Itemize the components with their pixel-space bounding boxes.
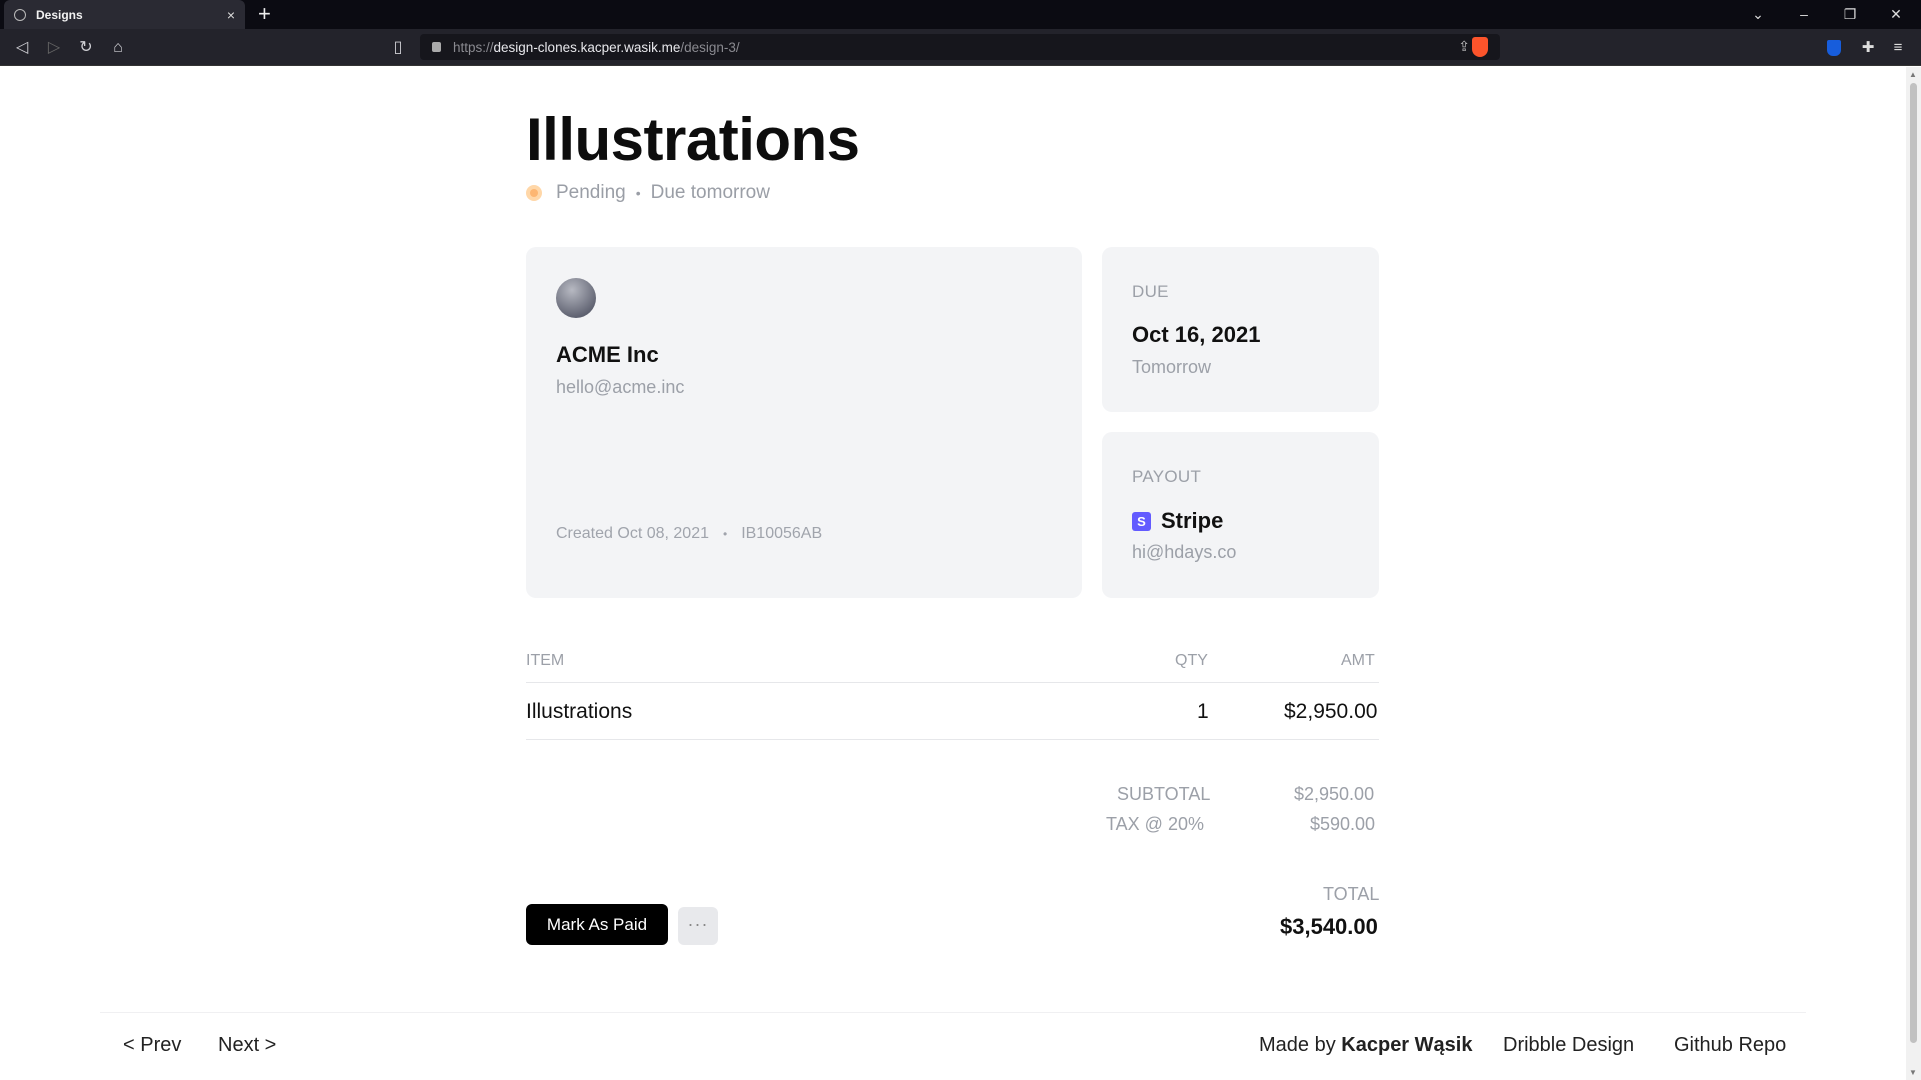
share-icon[interactable]: ⇪	[1458, 38, 1470, 55]
made-by-link[interactable]: Made by Kacper Wąsik	[1259, 1034, 1472, 1057]
client-card: ACME Inc hello@acme.inc Created Oct 08, …	[526, 247, 1082, 598]
due-label: DUE	[1132, 282, 1169, 301]
due-text: Due tomorrow	[650, 182, 770, 203]
url-text: https://design-clones.kacper.wasik.me/de…	[453, 39, 740, 55]
meta-separator: •	[722, 527, 728, 541]
total-label: TOTAL	[1323, 884, 1380, 904]
column-header-item: ITEM	[526, 652, 565, 669]
status-label: Pending	[556, 182, 626, 203]
stripe-icon: S	[1132, 511, 1151, 531]
restore-icon[interactable]: ❐	[1827, 0, 1873, 29]
client-name: ACME Inc	[556, 342, 659, 367]
prev-link[interactable]: < Prev	[123, 1034, 181, 1057]
due-relative: Tomorrow	[1132, 357, 1212, 377]
author-name: Kacper Wąsik	[1341, 1034, 1473, 1056]
status-separator: •	[635, 185, 641, 201]
avatar	[556, 278, 596, 318]
tab-list-chevron-icon[interactable]: ⌄	[1735, 0, 1781, 29]
column-header-amt: AMT	[1341, 652, 1375, 669]
payout-method: S Stripe	[1132, 508, 1223, 534]
extensions-icon[interactable]: ✚	[1854, 29, 1882, 66]
bookmark-icon[interactable]: ▯	[384, 29, 412, 66]
browser-toolbar: ◁ ▷ ↻ ⌂ ▯ https://design-clones.kacper.w…	[0, 29, 1921, 66]
payout-label: PAYOUT	[1132, 467, 1202, 486]
minimize-icon[interactable]: –	[1781, 0, 1827, 29]
forward-icon[interactable]: ▷	[40, 29, 68, 66]
table-row-divider	[526, 739, 1379, 740]
scrollbar-thumb[interactable]	[1910, 83, 1917, 1043]
more-options-button[interactable]: ···	[678, 907, 718, 945]
home-icon[interactable]: ⌂	[104, 29, 132, 66]
table-header-divider	[526, 682, 1379, 683]
due-card: DUE Oct 16, 2021 Tomorrow	[1102, 247, 1379, 412]
new-tab-button[interactable]: +	[258, 2, 271, 26]
invoice-meta: Created Oct 08, 2021 • IB10056AB	[556, 525, 822, 543]
next-link[interactable]: Next >	[218, 1034, 276, 1057]
mark-as-paid-button[interactable]: Mark As Paid	[526, 904, 668, 945]
status-dot-icon	[526, 185, 542, 201]
row-qty: 1	[1197, 700, 1209, 723]
payout-email: hi@hdays.co	[1132, 542, 1237, 562]
dribbble-link[interactable]: Dribble Design	[1503, 1034, 1634, 1057]
github-link[interactable]: Github Repo	[1674, 1034, 1786, 1057]
tax-value: $590.00	[1310, 814, 1376, 834]
payout-method-name: Stripe	[1161, 508, 1224, 533]
subtotal-label: SUBTOTAL	[1117, 784, 1211, 804]
browser-tab[interactable]: Designs ×	[4, 0, 245, 29]
row-amount: $2,950.00	[1284, 700, 1378, 723]
tab-close-icon[interactable]: ×	[227, 7, 235, 23]
back-icon[interactable]: ◁	[8, 29, 36, 66]
made-by-prefix: Made by	[1259, 1034, 1336, 1056]
column-header-qty: QTY	[1175, 652, 1208, 669]
reload-icon[interactable]: ↻	[72, 29, 100, 66]
created-date: Created Oct 08, 2021	[556, 525, 709, 542]
vertical-scrollbar[interactable]: ▲ ▼	[1906, 67, 1921, 1080]
brave-shield-icon[interactable]	[1472, 37, 1488, 57]
menu-icon[interactable]: ≡	[1884, 29, 1912, 66]
tax-label: TAX @ 20%	[1106, 814, 1204, 834]
due-date: Oct 16, 2021	[1132, 322, 1261, 347]
invoice-status: Pending • Due tomorrow	[526, 182, 770, 204]
client-email: hello@acme.inc	[556, 377, 685, 397]
scroll-up-icon[interactable]: ▲	[1909, 70, 1917, 79]
browser-tab-bar: Designs × + ⌄ – ❐ ✕	[0, 0, 1921, 29]
payout-card: PAYOUT S Stripe hi@hdays.co	[1102, 432, 1379, 598]
bitwarden-icon[interactable]	[1827, 40, 1841, 56]
subtotal-value: $2,950.00	[1294, 784, 1375, 804]
lock-icon	[432, 42, 441, 52]
tab-title: Designs	[36, 7, 83, 22]
invoice-id: IB10056AB	[741, 525, 823, 542]
scroll-down-icon[interactable]: ▼	[1909, 1068, 1917, 1077]
close-window-icon[interactable]: ✕	[1873, 0, 1919, 29]
total-value: $3,540.00	[1280, 914, 1378, 939]
globe-icon	[14, 8, 26, 21]
page-title: Illustrations	[526, 106, 860, 173]
row-item: Illustrations	[526, 700, 633, 723]
address-bar[interactable]: https://design-clones.kacper.wasik.me/de…	[420, 34, 1500, 60]
footer-divider	[100, 1012, 1806, 1013]
